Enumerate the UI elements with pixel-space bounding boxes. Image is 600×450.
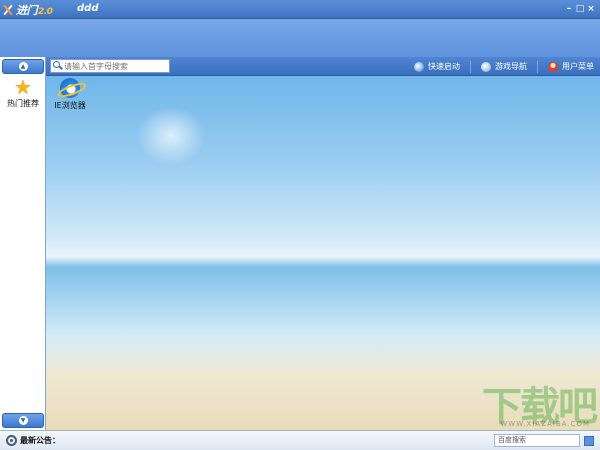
star-icon: ★ [14, 75, 32, 99]
logo-version: 2.0 [38, 6, 53, 17]
user-icon [548, 61, 558, 72]
title-bar[interactable]: 进门2.0 ddd – □ × [0, 0, 600, 19]
quick-launch-button[interactable]: 快速启动 [414, 61, 460, 72]
toolbar-divider [470, 60, 471, 73]
search-input[interactable] [64, 60, 168, 72]
status-tray-icon[interactable] [584, 436, 594, 446]
toolbar-menu: 快速启动 游戏导航 用户菜单 [404, 57, 594, 76]
game-icon [481, 61, 491, 72]
background-cloud [136, 106, 206, 166]
app-logo: 进门2.0 [2, 2, 53, 17]
game-nav-label: 游戏导航 [495, 62, 527, 71]
desktop-icon-label: IE浏览器 [54, 101, 86, 110]
ie-icon [60, 78, 80, 98]
game-nav-button[interactable]: 游戏导航 [481, 61, 527, 72]
status-bar: 最新公告： 百度搜索 [0, 430, 600, 450]
arrow-down-icon: ▼ [18, 416, 28, 425]
logo-text: 进门 [16, 3, 38, 17]
window-controls: – □ × [563, 3, 596, 15]
user-menu-button[interactable]: 用户菜单 [548, 61, 594, 72]
maximize-button[interactable]: □ [575, 3, 585, 15]
search-icon [52, 60, 64, 72]
toolbar-divider [537, 60, 538, 73]
minimize-button[interactable]: – [564, 3, 574, 15]
sidebar-scroll-up-button[interactable]: ▲ [2, 59, 44, 74]
sidebar-scroll-down-button[interactable]: ▼ [2, 413, 44, 428]
sidebar-item-hot[interactable]: ★ 热门推荐 [3, 77, 43, 109]
toolbar: 快速启动 游戏导航 用户菜单 [46, 57, 600, 76]
status-search-box[interactable]: 百度搜索 [494, 434, 580, 447]
sidebar: ▲ ★ 热门推荐 ▼ [0, 57, 46, 430]
arrow-up-icon: ▲ [18, 62, 28, 71]
sidebar-item-label: 热门推荐 [7, 99, 39, 108]
search-box[interactable] [50, 59, 170, 73]
notice-icon [6, 435, 17, 446]
desktop-icon-ie[interactable]: IE浏览器 [52, 78, 88, 111]
window-title: ddd [77, 3, 99, 14]
logo-mark-icon [2, 4, 14, 16]
rocket-icon [414, 61, 424, 72]
desktop-area: IE浏览器 [46, 76, 600, 430]
notice-label: 最新公告： [20, 436, 60, 445]
header-banner [0, 19, 600, 57]
close-button[interactable]: × [586, 3, 596, 15]
user-menu-label: 用户菜单 [562, 62, 594, 71]
quick-launch-label: 快速启动 [428, 62, 460, 71]
